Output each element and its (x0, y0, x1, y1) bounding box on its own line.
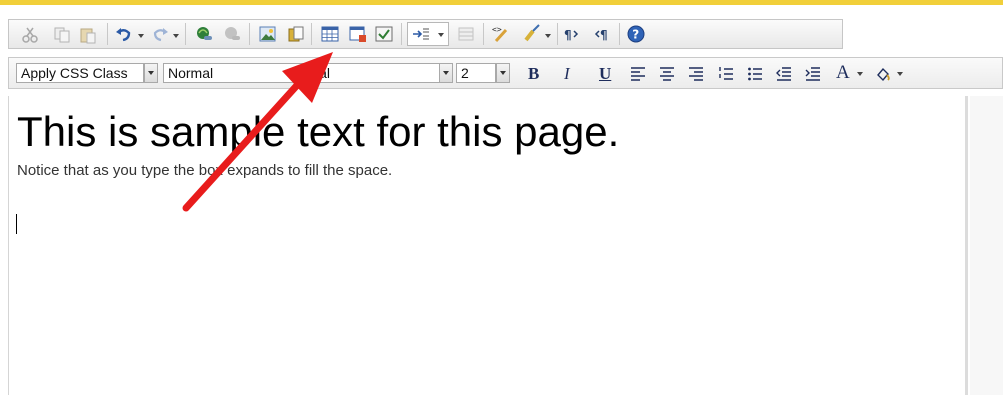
svg-text:¶: ¶ (564, 28, 572, 42)
font-color-button[interactable]: A (836, 62, 850, 84)
font-color-dropdown-icon[interactable] (857, 72, 863, 76)
undo-icon[interactable] (115, 26, 133, 44)
table-icon[interactable] (321, 25, 339, 43)
brush-dropdown-icon[interactable] (545, 34, 551, 38)
bold-button[interactable]: B (528, 64, 539, 84)
paragraph-rtl-icon[interactable]: ¶ (593, 26, 611, 44)
bullet-list-icon[interactable] (747, 66, 763, 82)
link-icon[interactable] (195, 25, 213, 43)
editor-toolbar: <> ¶ ¶ ? Apply CSS Class Normal Arial 2 … (0, 5, 1003, 93)
font-name-dropdown-icon[interactable] (439, 63, 453, 83)
align-center-icon[interactable] (659, 66, 675, 82)
chevron-down-icon (438, 33, 444, 37)
separator (401, 23, 402, 45)
rich-text-editor-area[interactable]: This is sample text for this page. Notic… (8, 96, 968, 395)
separator (619, 23, 620, 45)
editor-body-text: Notice that as you type the box expands … (17, 162, 393, 179)
editor-headline: This is sample text for this page. (17, 108, 620, 155)
paragraph-style-select[interactable]: Normal Arial (163, 63, 447, 83)
toolbar-row-2: Apply CSS Class Normal Arial 2 B I U A (8, 57, 1003, 89)
right-margin (970, 96, 1003, 395)
copy-icon[interactable] (53, 26, 71, 44)
css-class-dropdown-icon[interactable] (144, 63, 158, 83)
align-right-icon[interactable] (688, 66, 704, 82)
help-icon[interactable]: ? (627, 25, 645, 43)
indent-dropdown-button[interactable] (407, 22, 449, 46)
scissors-icon[interactable] (21, 26, 39, 44)
css-class-select[interactable]: Apply CSS Class (16, 63, 144, 83)
svg-text:<>: <> (492, 25, 502, 34)
italic-button[interactable]: I (564, 64, 570, 84)
svg-text:¶: ¶ (600, 28, 608, 42)
highlight-dropdown-icon[interactable] (897, 72, 903, 76)
font-name-value: Arial (302, 65, 331, 81)
symbol-icon[interactable]: <> (491, 24, 509, 42)
document-icon[interactable] (287, 25, 305, 43)
separator (311, 23, 312, 45)
highlight-color-icon[interactable] (875, 66, 891, 82)
paste-icon[interactable] (79, 26, 97, 44)
align-left-icon[interactable] (630, 66, 646, 82)
toolbar-row-1: <> ¶ ¶ ? (8, 19, 843, 49)
separator (107, 23, 108, 45)
indent-icon[interactable] (805, 66, 821, 82)
table-properties-icon[interactable] (349, 25, 367, 43)
disabled-table-icon[interactable] (457, 25, 475, 43)
text-caret (16, 214, 17, 234)
redo-dropdown-icon[interactable] (173, 34, 179, 38)
underline-button[interactable]: U (599, 64, 611, 84)
svg-text:?: ? (632, 28, 639, 42)
brush-icon[interactable] (523, 24, 541, 42)
image-icon[interactable] (259, 25, 277, 43)
separator (185, 23, 186, 45)
font-size-dropdown-icon[interactable] (496, 63, 510, 83)
separator (249, 23, 250, 45)
redo-icon[interactable] (151, 26, 169, 44)
indent-arrow-icon (413, 28, 429, 40)
separator (483, 23, 484, 45)
paragraph-style-value: Normal (168, 65, 214, 81)
outdent-icon[interactable] (776, 66, 792, 82)
font-size-select[interactable]: 2 (456, 63, 496, 83)
undo-dropdown-icon[interactable] (138, 34, 144, 38)
unlink-icon[interactable] (223, 25, 241, 43)
paragraph-ltr-icon[interactable]: ¶ (563, 26, 581, 44)
checkbox-form-icon[interactable] (375, 25, 393, 43)
numbered-list-icon[interactable] (718, 66, 734, 82)
separator (557, 23, 558, 45)
